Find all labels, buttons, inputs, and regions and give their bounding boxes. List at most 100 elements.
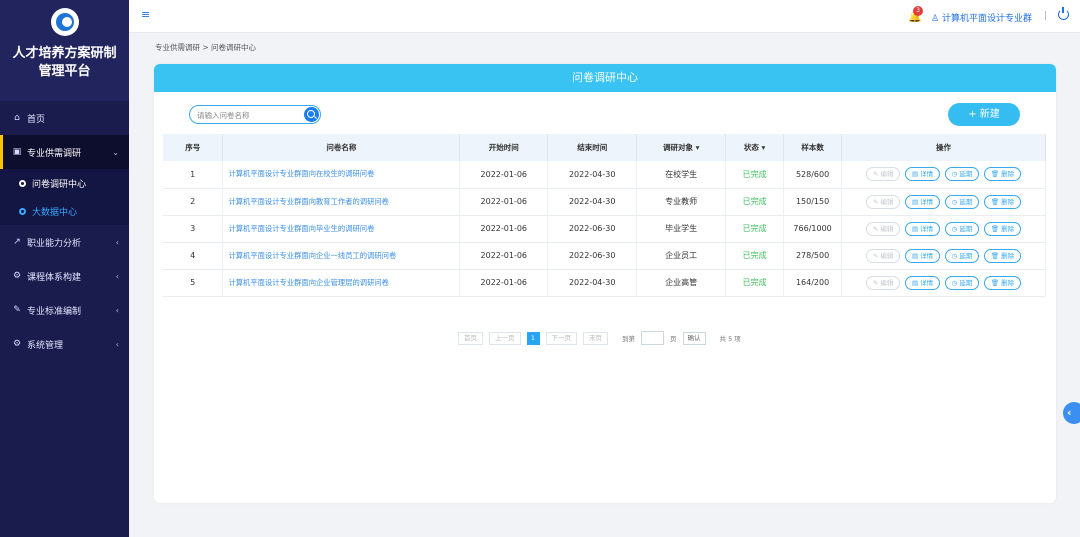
target-group: 企业员工 [636, 242, 727, 270]
detail-button[interactable]: ▤ 详情 [904, 275, 941, 290]
sidebar-item-standard-edit[interactable]: ✎ 专业标准编制 ‹ [0, 293, 129, 327]
delete-label: 删除 [1001, 224, 1015, 233]
search-icon[interactable] [304, 107, 319, 122]
sidebar-item-label: 专业标准编制 [27, 306, 82, 317]
goto-confirm-button[interactable]: 确认 [682, 331, 706, 345]
end-date: 2022-04-30 [547, 269, 638, 297]
user-menu[interactable]: ♙ 计算机平面设计专业群 [931, 11, 1032, 24]
end-date: 2022-04-30 [547, 188, 638, 216]
search-input[interactable]: 请输入问卷名称 [189, 105, 321, 124]
sample-count: 766/1000 [783, 215, 843, 243]
calendar-icon: ◷ [951, 278, 958, 287]
settings-icon: ⚙ [12, 339, 22, 349]
extend-button[interactable]: ◷ 延期 [944, 221, 980, 236]
sidebar-item-home[interactable]: ⌂ 首页 [0, 101, 129, 135]
row-actions: ✎ 编辑 ▤ 详情 ◷ 延期 🗑 删除 [841, 269, 1046, 297]
edit-icon: ✎ [872, 197, 879, 206]
chevron-down-icon: ⌄ [112, 147, 119, 157]
edit-label: 编辑 [880, 197, 894, 206]
col-header-sortable[interactable]: 调研对象 ▾ [636, 134, 727, 161]
delete-label: 删除 [1001, 251, 1015, 260]
detail-button[interactable]: ▤ 详情 [904, 194, 941, 209]
sidebar-subitem-label: 大数据中心 [32, 207, 78, 218]
goto-suffix: 页 [670, 335, 677, 343]
calendar-icon: ◷ [951, 197, 958, 206]
table-row: 1 计算机平面设计专业群面向在校生的调研问卷 2022-01-06 2022-0… [163, 161, 1046, 189]
page-number-current[interactable]: 1 [526, 331, 540, 345]
total-count: 共 5 项 [719, 335, 741, 343]
extend-label: 延期 [959, 197, 973, 206]
extend-button[interactable]: ◷ 延期 [944, 248, 980, 263]
circle-icon [19, 179, 26, 187]
delete-button[interactable]: 🗑 删除 [983, 194, 1022, 209]
sidebar-item-course-system[interactable]: ⚙ 课程体系构建 ‹ [0, 259, 129, 293]
delete-label: 删除 [1001, 170, 1015, 179]
questionnaire-name-link[interactable]: 计算机平面设计专业群面向企业管理层的调研问卷 [222, 269, 461, 297]
edit-doc-icon: ✎ [13, 305, 21, 315]
edit-button[interactable]: ✎ 编辑 [865, 167, 901, 182]
trash-icon: 🗑 [990, 251, 1000, 260]
detail-button[interactable]: ▤ 详情 [904, 221, 941, 236]
table-row: 4 计算机平面设计专业群面向企业一线员工的调研问卷 2022-01-06 202… [163, 242, 1046, 270]
extend-button[interactable]: ◷ 延期 [944, 167, 980, 182]
divider: | [1044, 11, 1048, 21]
prev-page-button[interactable]: 上一页 [489, 331, 521, 345]
next-page-button[interactable]: 下一页 [545, 331, 577, 345]
menu-toggle-icon[interactable]: ≡ [141, 9, 152, 20]
delete-label: 删除 [1001, 278, 1015, 287]
sidebar-subitem-questionnaire-center[interactable]: 问卷调研中心 [0, 169, 129, 197]
questionnaire-name-link[interactable]: 计算机平面设计专业群面向教育工作者的调研问卷 [222, 188, 461, 216]
calendar-icon: ◷ [951, 251, 958, 260]
sidebar-item-system[interactable]: ⚙ 系统管理 ‹ [0, 327, 129, 361]
sidebar-subitem-bigdata-center[interactable]: 大数据中心 [0, 197, 129, 225]
start-date: 2022-01-06 [459, 161, 549, 189]
row-actions: ✎ 编辑 ▤ 详情 ◷ 延期 🗑 删除 [841, 215, 1046, 243]
extend-label: 延期 [959, 170, 973, 179]
detail-label: 详情 [920, 224, 934, 233]
table-row: 3 计算机平面设计专业群面向毕业生的调研问卷 2022-01-06 2022-0… [163, 215, 1046, 243]
trash-icon: 🗑 [990, 224, 1000, 233]
extend-label: 延期 [959, 251, 973, 260]
delete-label: 删除 [1001, 197, 1015, 206]
power-icon[interactable] [1058, 7, 1069, 20]
app-title: 人才培养方案研制 管理平台 [0, 45, 129, 81]
edit-button[interactable]: ✎ 编辑 [865, 248, 901, 263]
delete-button[interactable]: 🗑 删除 [983, 248, 1022, 263]
status-badge: 已完成 [725, 188, 785, 216]
sidebar-item-survey[interactable]: ▣ 专业供需调研 ⌄ [0, 135, 129, 169]
goto-page-input[interactable] [641, 331, 664, 345]
edit-button[interactable]: ✎ 编辑 [865, 221, 901, 236]
extend-button[interactable]: ◷ 延期 [944, 275, 980, 290]
detail-button[interactable]: ▤ 详情 [904, 167, 941, 182]
document-icon: ▤ [911, 224, 919, 233]
side-collapse-button[interactable]: ‹ [1063, 402, 1080, 424]
questionnaire-name-link[interactable]: 计算机平面设计专业群面向在校生的调研问卷 [222, 161, 461, 189]
extend-button[interactable]: ◷ 延期 [944, 194, 980, 209]
edit-button[interactable]: ✎ 编辑 [865, 275, 901, 290]
table-header-row: 序号 问卷名称 开始时间 结束时间 调研对象 ▾ 状态 ▾ 样本数 操作 [163, 134, 1046, 161]
edit-button[interactable]: ✎ 编辑 [865, 194, 901, 209]
questionnaire-name-link[interactable]: 计算机平面设计专业群面向企业一线员工的调研问卷 [222, 242, 461, 270]
row-number: 3 [163, 215, 224, 243]
new-button[interactable]: + 新建 [948, 103, 1020, 126]
questionnaire-name-link[interactable]: 计算机平面设计专业群面向毕业生的调研问卷 [222, 215, 461, 243]
delete-button[interactable]: 🗑 删除 [983, 275, 1022, 290]
detail-label: 详情 [920, 278, 934, 287]
delete-button[interactable]: 🗑 删除 [983, 167, 1022, 182]
start-date: 2022-01-06 [459, 215, 549, 243]
col-header: 问卷名称 [222, 134, 461, 161]
status-badge: 已完成 [725, 215, 785, 243]
document-icon: ▤ [911, 251, 919, 260]
col-header: 样本数 [783, 134, 843, 161]
row-number: 1 [163, 161, 224, 189]
first-page-button[interactable]: 首页 [458, 331, 483, 345]
end-date: 2022-06-30 [547, 242, 638, 270]
row-actions: ✎ 编辑 ▤ 详情 ◷ 延期 🗑 删除 [841, 161, 1046, 189]
last-page-button[interactable]: 末页 [583, 331, 608, 345]
detail-label: 详情 [920, 251, 934, 260]
detail-button[interactable]: ▤ 详情 [904, 248, 941, 263]
col-header-sortable[interactable]: 状态 ▾ [725, 134, 785, 161]
table-row: 2 计算机平面设计专业群面向教育工作者的调研问卷 2022-01-06 2022… [163, 188, 1046, 216]
sidebar-item-ability-analysis[interactable]: ↗ 职业能力分析 ‹ [0, 225, 129, 259]
delete-button[interactable]: 🗑 删除 [983, 221, 1022, 236]
